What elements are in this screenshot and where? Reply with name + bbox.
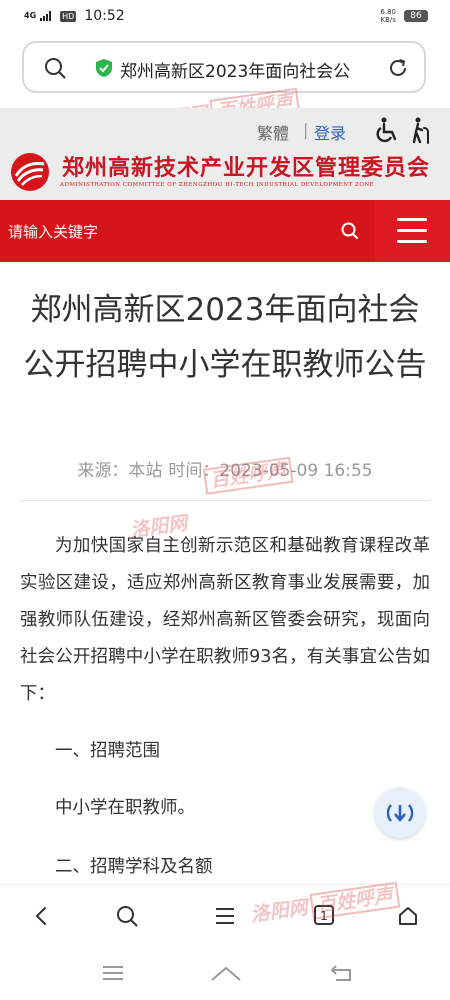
traditional-chinese-link[interactable]: 繁體 [257, 120, 289, 144]
network-speed: 6.80 KB/s [380, 8, 396, 24]
search-input[interactable]: 请输入关键字 [8, 221, 98, 242]
site-logo [11, 153, 49, 191]
address-bar[interactable]: 郑州高新区2023年面向社会公 [22, 41, 426, 93]
url-text[interactable]: 郑州高新区2023年面向社会公 [120, 57, 376, 82]
system-nav-bar [0, 950, 450, 1000]
home-icon[interactable] [397, 905, 419, 927]
search-icon[interactable] [44, 57, 66, 79]
network-indicator: 4G [24, 11, 37, 20]
elderly-icon[interactable] [408, 116, 436, 144]
search-icon[interactable] [340, 221, 360, 241]
wheelchair-icon[interactable] [374, 116, 402, 144]
section-heading: 一、招聘范围 [55, 741, 160, 761]
signal-icon [40, 11, 52, 21]
divider [20, 500, 430, 501]
article-intro-paragraph: 为加快国家自主创新示范区和基础教育课程改革实验区建设，适应郑州高新区教育事业发展… [20, 536, 430, 704]
audio-download-icon [386, 804, 414, 823]
menu-icon [397, 218, 427, 221]
site-name-english: ADMINISTRATION COMMITTEE OF ZHENGZHOU HI… [60, 182, 375, 188]
article-source: 本站 [128, 461, 163, 481]
search-icon[interactable] [116, 905, 138, 927]
status-right: 6.80 KB/s 86 [380, 8, 428, 24]
back-icon[interactable] [32, 905, 52, 927]
article-title: 郑州高新区2023年面向社会公开招聘中小学在职教师公告 [23, 292, 427, 383]
menu-button[interactable] [375, 200, 450, 262]
site-name: 郑州高新技术产业开发区管理委员会 [62, 155, 431, 181]
audio-float-button[interactable] [375, 788, 425, 838]
login-link[interactable]: 登录 [314, 120, 346, 144]
system-back-icon[interactable] [330, 964, 354, 982]
home-icon[interactable] [210, 964, 242, 984]
reload-icon[interactable] [386, 56, 410, 80]
status-left: 4G HD 10:52 [24, 8, 125, 24]
battery-level: 86 [404, 10, 428, 22]
section-body: 中小学在职教师。 [55, 798, 195, 818]
menu-icon[interactable] [214, 905, 236, 927]
shield-check-icon [96, 59, 112, 77]
status-bar: 4G HD 10:52 6.80 KB/s 86 [0, 0, 450, 34]
hd-badge: HD [60, 10, 77, 22]
status-time: 10:52 [84, 8, 125, 24]
recent-apps-icon[interactable] [102, 964, 124, 982]
section-heading: 二、招聘学科及名额 [55, 857, 213, 877]
header-separator: | [303, 120, 309, 139]
